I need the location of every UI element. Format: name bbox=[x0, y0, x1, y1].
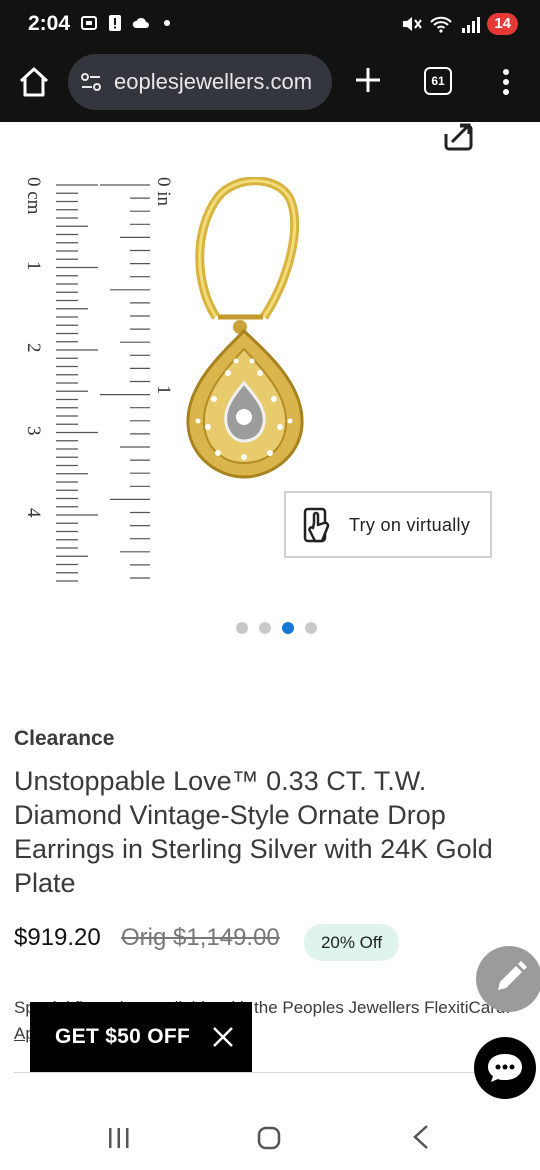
original-price: Orig $1,149.00 bbox=[121, 924, 280, 951]
screenshot-icon bbox=[81, 16, 97, 30]
alert-icon bbox=[109, 15, 121, 31]
signal-icon bbox=[462, 17, 481, 33]
size-ruler: 0 cm 1 2 3 4 0 in 1 bbox=[23, 177, 172, 582]
system-nav-bar bbox=[0, 1104, 540, 1170]
tab-switcher-button[interactable]: 61 bbox=[424, 67, 452, 95]
status-right: 14 bbox=[401, 13, 518, 35]
status-time: 2:04 bbox=[28, 12, 71, 35]
chat-button[interactable] bbox=[474, 1037, 536, 1099]
url-text: eoplesjewellers.com bbox=[114, 69, 313, 94]
try-on-label: Try on virtually bbox=[349, 515, 471, 535]
section-divider bbox=[14, 1072, 526, 1073]
status-left-icons bbox=[80, 14, 176, 32]
ruler-in-label-0: 0 in bbox=[153, 177, 172, 207]
address-bar[interactable]: eoplesjewellers.com bbox=[68, 54, 332, 110]
ruler-cm-label-4: 4 bbox=[23, 508, 44, 518]
try-on-virtually-button[interactable]: Try on virtually bbox=[284, 491, 492, 558]
earring-image bbox=[186, 177, 304, 479]
ruler-in-label-1: 1 bbox=[153, 385, 172, 395]
more-menu-icon[interactable] bbox=[494, 64, 518, 100]
product-title: Unstoppable Love™ 0.33 CT. T.W. Diamond … bbox=[14, 766, 493, 898]
product-gallery[interactable]: 0 cm 1 2 3 4 0 in 1 Try on virtually bbox=[0, 122, 540, 652]
site-settings-icon[interactable] bbox=[80, 71, 102, 93]
ruler-cm-label-3: 3 bbox=[23, 426, 44, 436]
home-nav-icon[interactable] bbox=[257, 1126, 281, 1150]
recent-apps-icon[interactable] bbox=[106, 1126, 132, 1150]
home-icon[interactable] bbox=[16, 64, 52, 100]
status-bar: 2:04 14 bbox=[0, 0, 540, 50]
wifi-6e-icon bbox=[430, 16, 453, 33]
chat-icon bbox=[488, 1054, 522, 1082]
carousel-dot-3[interactable] bbox=[282, 622, 294, 634]
clearance-label: Clearance bbox=[14, 727, 115, 750]
discount-badge: 20% Off bbox=[304, 924, 399, 961]
ruler-cm-label-2: 2 bbox=[23, 343, 44, 353]
promo-label[interactable]: GET $50 OFF bbox=[55, 1025, 190, 1049]
edit-fab-button[interactable] bbox=[476, 946, 540, 1012]
mute-icon bbox=[403, 17, 423, 31]
close-icon[interactable] bbox=[212, 1026, 234, 1048]
sale-price: $919.20 bbox=[14, 924, 101, 951]
ruler-cm-label-1: 1 bbox=[23, 261, 44, 271]
new-tab-icon[interactable] bbox=[352, 64, 384, 96]
screen: 2:04 14 eoplesjewellers.com 61 0 cm 1 2 … bbox=[0, 0, 540, 1170]
carousel-dot-2[interactable] bbox=[259, 622, 271, 634]
carousel-dot-4[interactable] bbox=[305, 622, 317, 634]
pencil-icon bbox=[498, 961, 527, 990]
carousel-dots bbox=[236, 622, 317, 634]
dot-icon bbox=[164, 20, 170, 26]
virtual-try-on-icon bbox=[303, 507, 330, 543]
promo-banner[interactable]: GET $50 OFF bbox=[30, 1002, 252, 1072]
back-icon[interactable] bbox=[410, 1124, 432, 1150]
cloud-icon bbox=[132, 17, 149, 28]
ruler-cm-label-0: 0 cm bbox=[23, 177, 44, 215]
share-icon[interactable] bbox=[442, 122, 474, 152]
carousel-dot-1[interactable] bbox=[236, 622, 248, 634]
battery-indicator: 14 bbox=[487, 13, 518, 35]
browser-toolbar: eoplesjewellers.com 61 bbox=[0, 50, 540, 122]
